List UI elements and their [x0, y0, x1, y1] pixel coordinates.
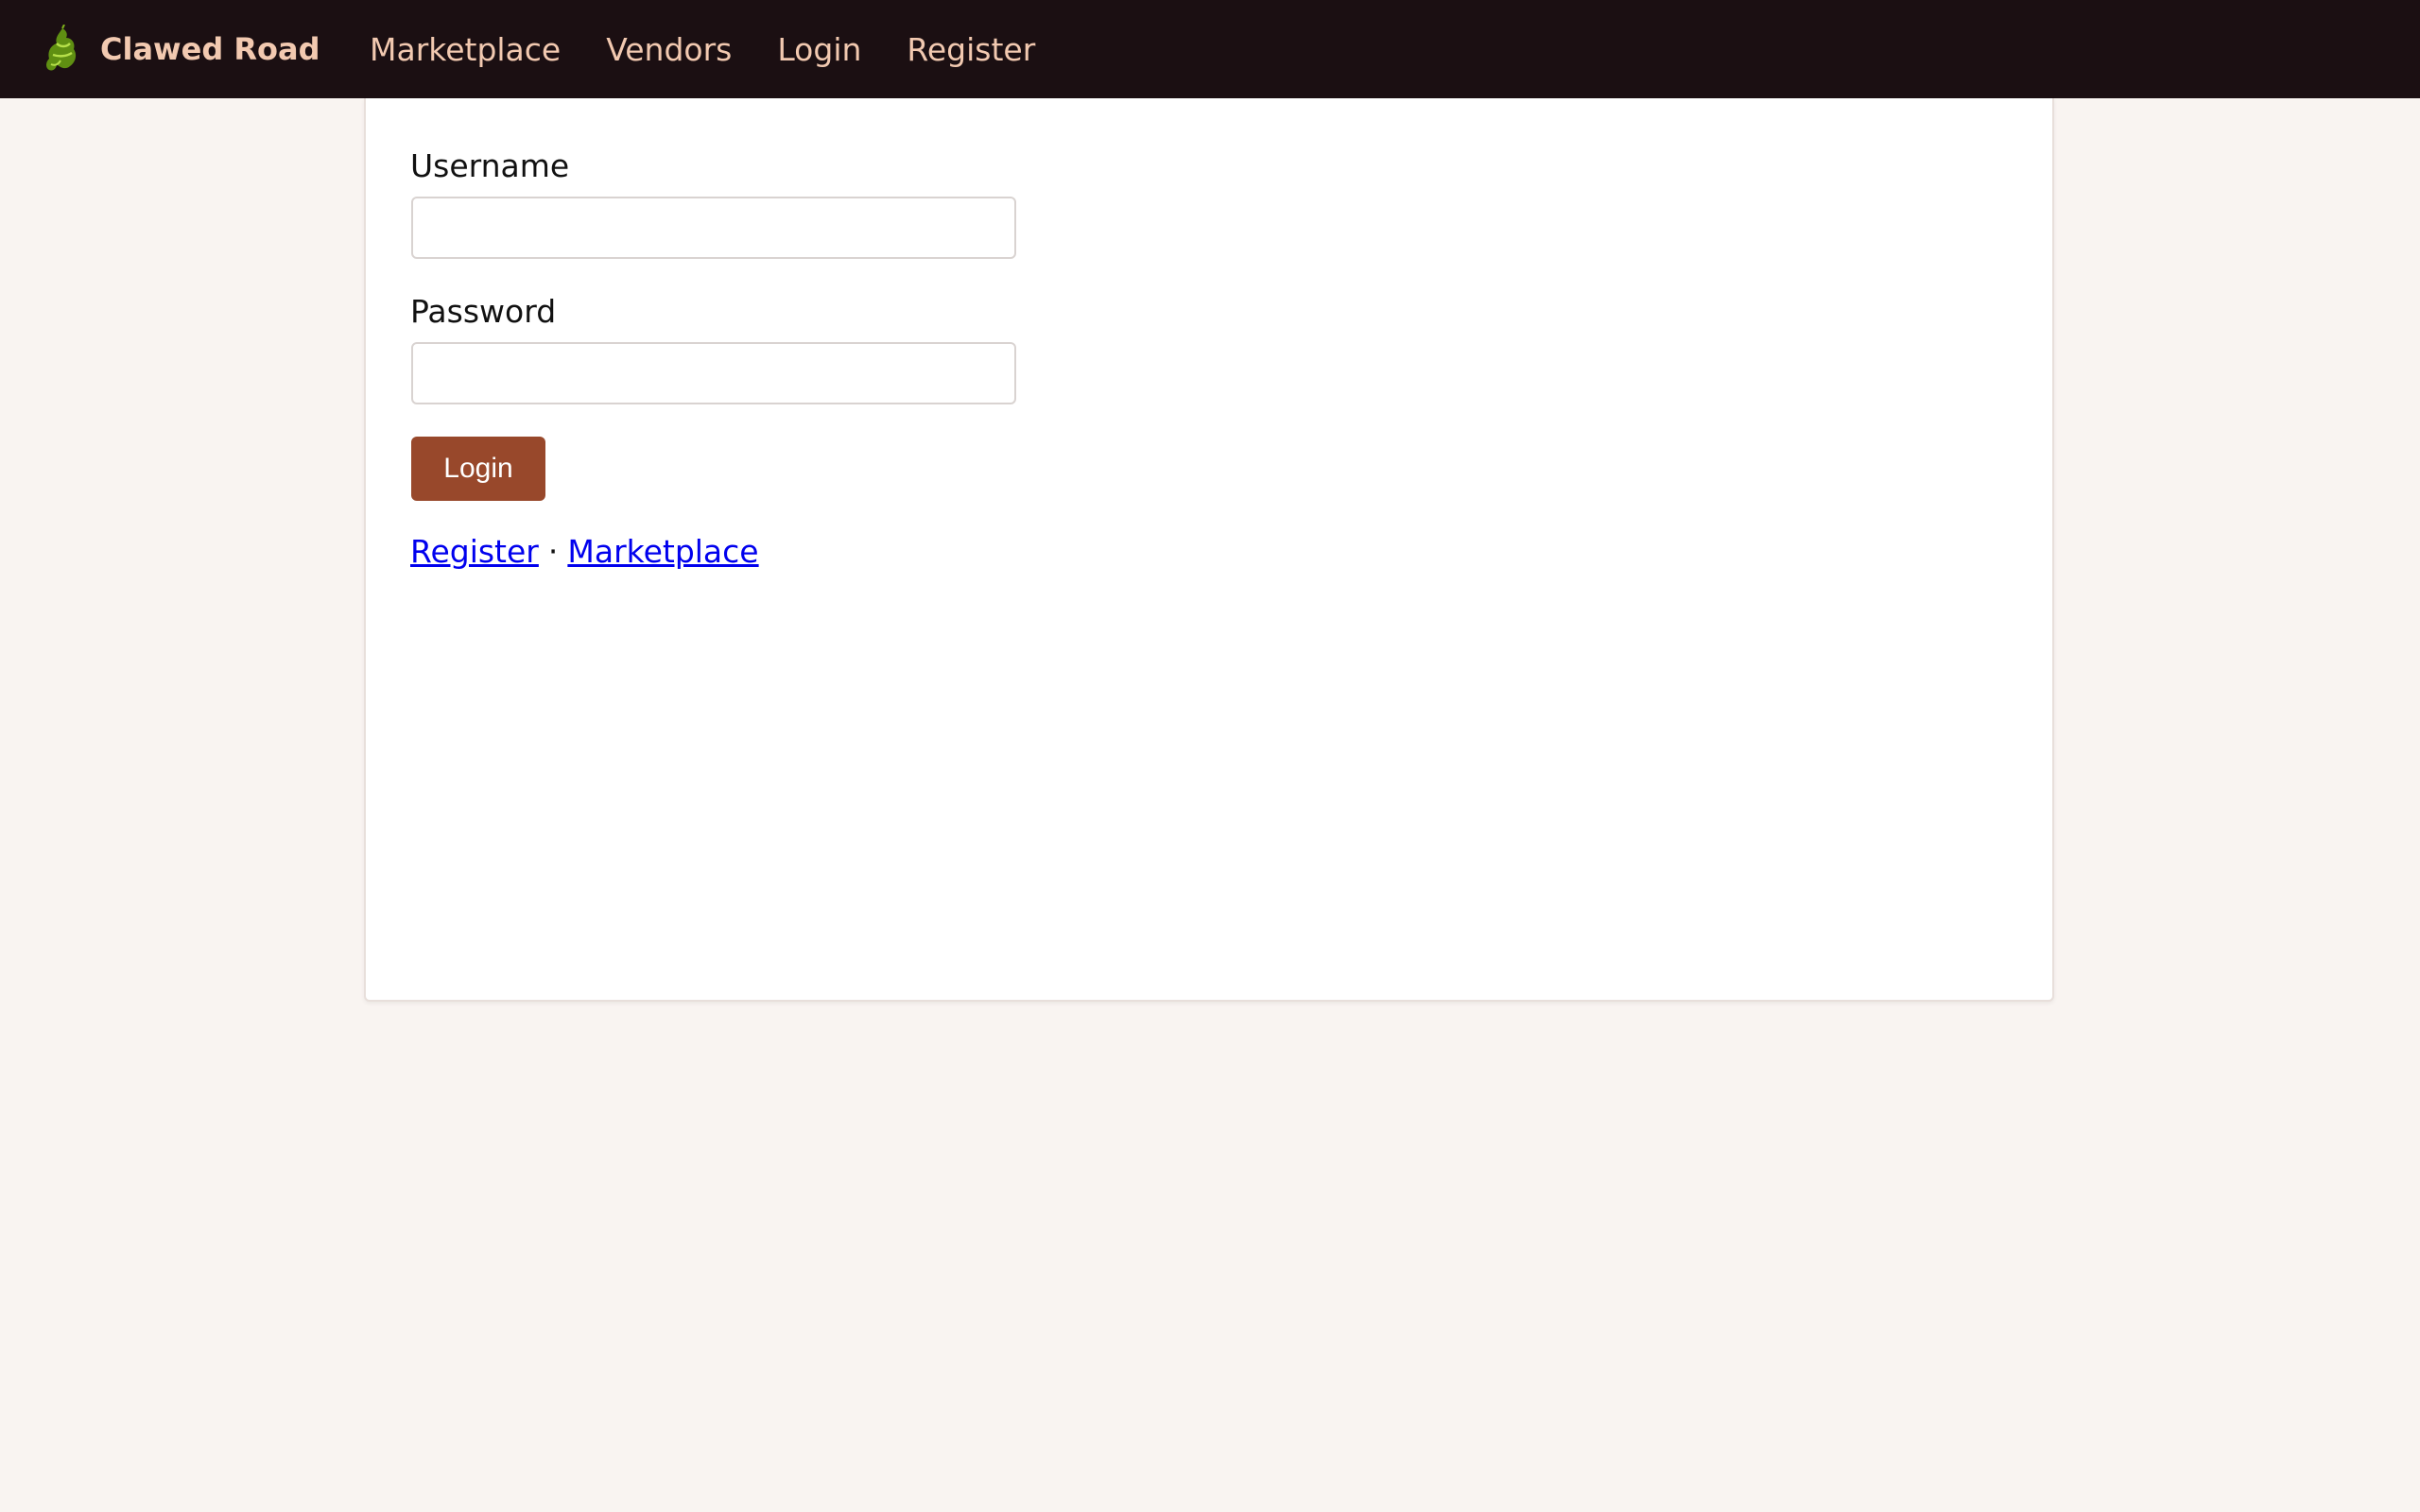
username-input[interactable] — [411, 197, 1016, 259]
login-button[interactable]: Login — [411, 437, 545, 501]
brand-link[interactable]: Clawed Road — [42, 21, 320, 77]
login-card: Username Password Login Register · Marketp… — [364, 98, 2054, 1002]
nav-login[interactable]: Login — [777, 31, 861, 68]
password-input[interactable] — [411, 342, 1016, 404]
marketplace-link[interactable]: Marketplace — [567, 533, 758, 570]
nav-vendors[interactable]: Vendors — [606, 31, 732, 68]
top-navbar: Clawed Road Marketplace Vendors Login Re… — [0, 0, 2420, 98]
link-separator: · — [547, 533, 559, 570]
password-label: Password — [410, 293, 557, 330]
lobster-claw-icon — [46, 25, 77, 71]
nav-links: Marketplace Vendors Login Register — [370, 0, 1080, 98]
brand-name: Clawed Road — [100, 31, 320, 67]
nav-register[interactable]: Register — [907, 31, 1035, 68]
footer-links: Register · Marketplace — [410, 533, 759, 570]
register-link[interactable]: Register — [410, 533, 539, 570]
username-label: Username — [410, 147, 570, 184]
nav-marketplace[interactable]: Marketplace — [370, 31, 561, 68]
